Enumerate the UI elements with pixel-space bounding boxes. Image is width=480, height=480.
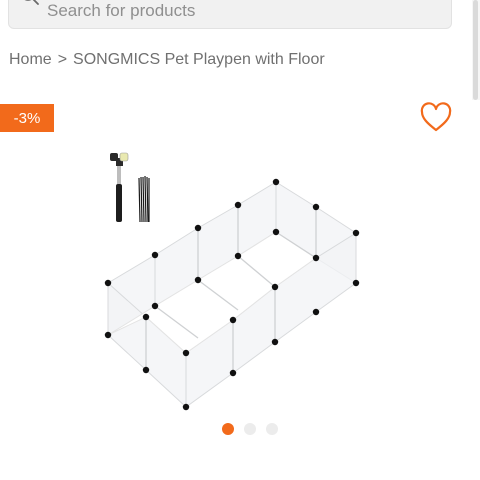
heart-icon[interactable] (418, 100, 454, 136)
carousel-dot[interactable] (222, 423, 234, 435)
mallet-icon (110, 152, 129, 222)
carousel-dots (222, 423, 278, 435)
carousel-dot[interactable] (266, 423, 278, 435)
cable-ties-icon (138, 175, 150, 223)
pet-playpen-image (104, 152, 360, 411)
scrollbar-thumb[interactable] (473, 0, 478, 100)
search-icon[interactable] (17, 0, 43, 13)
breadcrumb-home-link[interactable]: Home (9, 51, 52, 68)
search-input[interactable] (47, 0, 437, 23)
scrollbar-track (472, 0, 480, 100)
breadcrumb-current: SONGMICS Pet Playpen with Floor (73, 51, 325, 68)
search-bar[interactable] (8, 0, 452, 29)
breadcrumb-separator: > (57, 51, 68, 68)
carousel-dot[interactable] (244, 423, 256, 435)
breadcrumb: Home > SONGMICS Pet Playpen with Floor (9, 51, 325, 69)
discount-badge: -3% (0, 104, 54, 132)
